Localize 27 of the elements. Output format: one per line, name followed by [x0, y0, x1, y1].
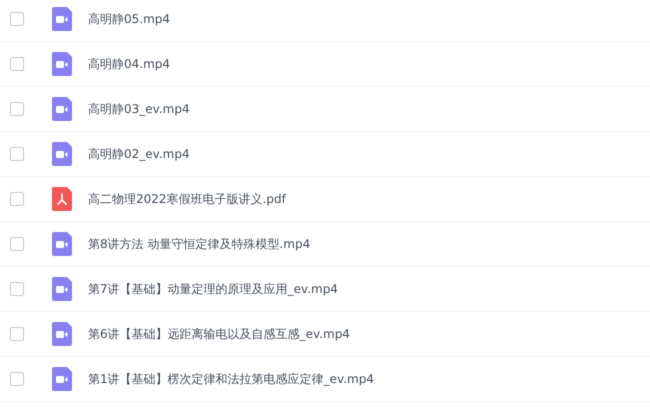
file-name[interactable]: 第8讲方法 动量守恒定律及特殊模型.mp4 [88, 236, 310, 252]
checkbox[interactable] [10, 147, 24, 161]
video-file-icon [52, 277, 72, 301]
file-name[interactable]: 第7讲【基础】动量定理的原理及应用_ev.mp4 [88, 280, 338, 298]
checkbox[interactable] [10, 282, 24, 296]
checkbox[interactable] [10, 12, 24, 26]
video-file-icon [52, 7, 72, 31]
checkbox[interactable] [10, 192, 24, 206]
checkbox[interactable] [10, 57, 24, 71]
pdf-file-icon [52, 187, 72, 211]
video-file-icon [52, 142, 72, 166]
file-name[interactable]: 高二物理2022寒假班电子版讲义.pdf [88, 190, 286, 208]
checkbox[interactable] [10, 327, 24, 341]
video-file-icon [52, 322, 72, 346]
video-file-icon [52, 232, 72, 256]
file-name[interactable]: 高明静04.mp4 [88, 56, 170, 72]
video-file-icon [52, 97, 72, 121]
video-file-icon [52, 52, 72, 76]
checkbox[interactable] [10, 237, 24, 251]
file-name[interactable]: 高明静03_ev.mp4 [88, 100, 190, 118]
file-name[interactable]: 第1讲【基础】楞次定律和法拉第电感应定律_ev.mp4 [88, 370, 374, 388]
file-name[interactable]: 高明静02_ev.mp4 [88, 146, 190, 162]
checkbox[interactable] [10, 372, 24, 386]
video-file-icon [52, 367, 72, 391]
file-name[interactable]: 第6讲【基础】远距离输电以及自感互感_ev.mp4 [88, 326, 350, 342]
file-name[interactable]: 高明静05.mp4 [88, 10, 170, 28]
checkbox[interactable] [10, 102, 24, 116]
